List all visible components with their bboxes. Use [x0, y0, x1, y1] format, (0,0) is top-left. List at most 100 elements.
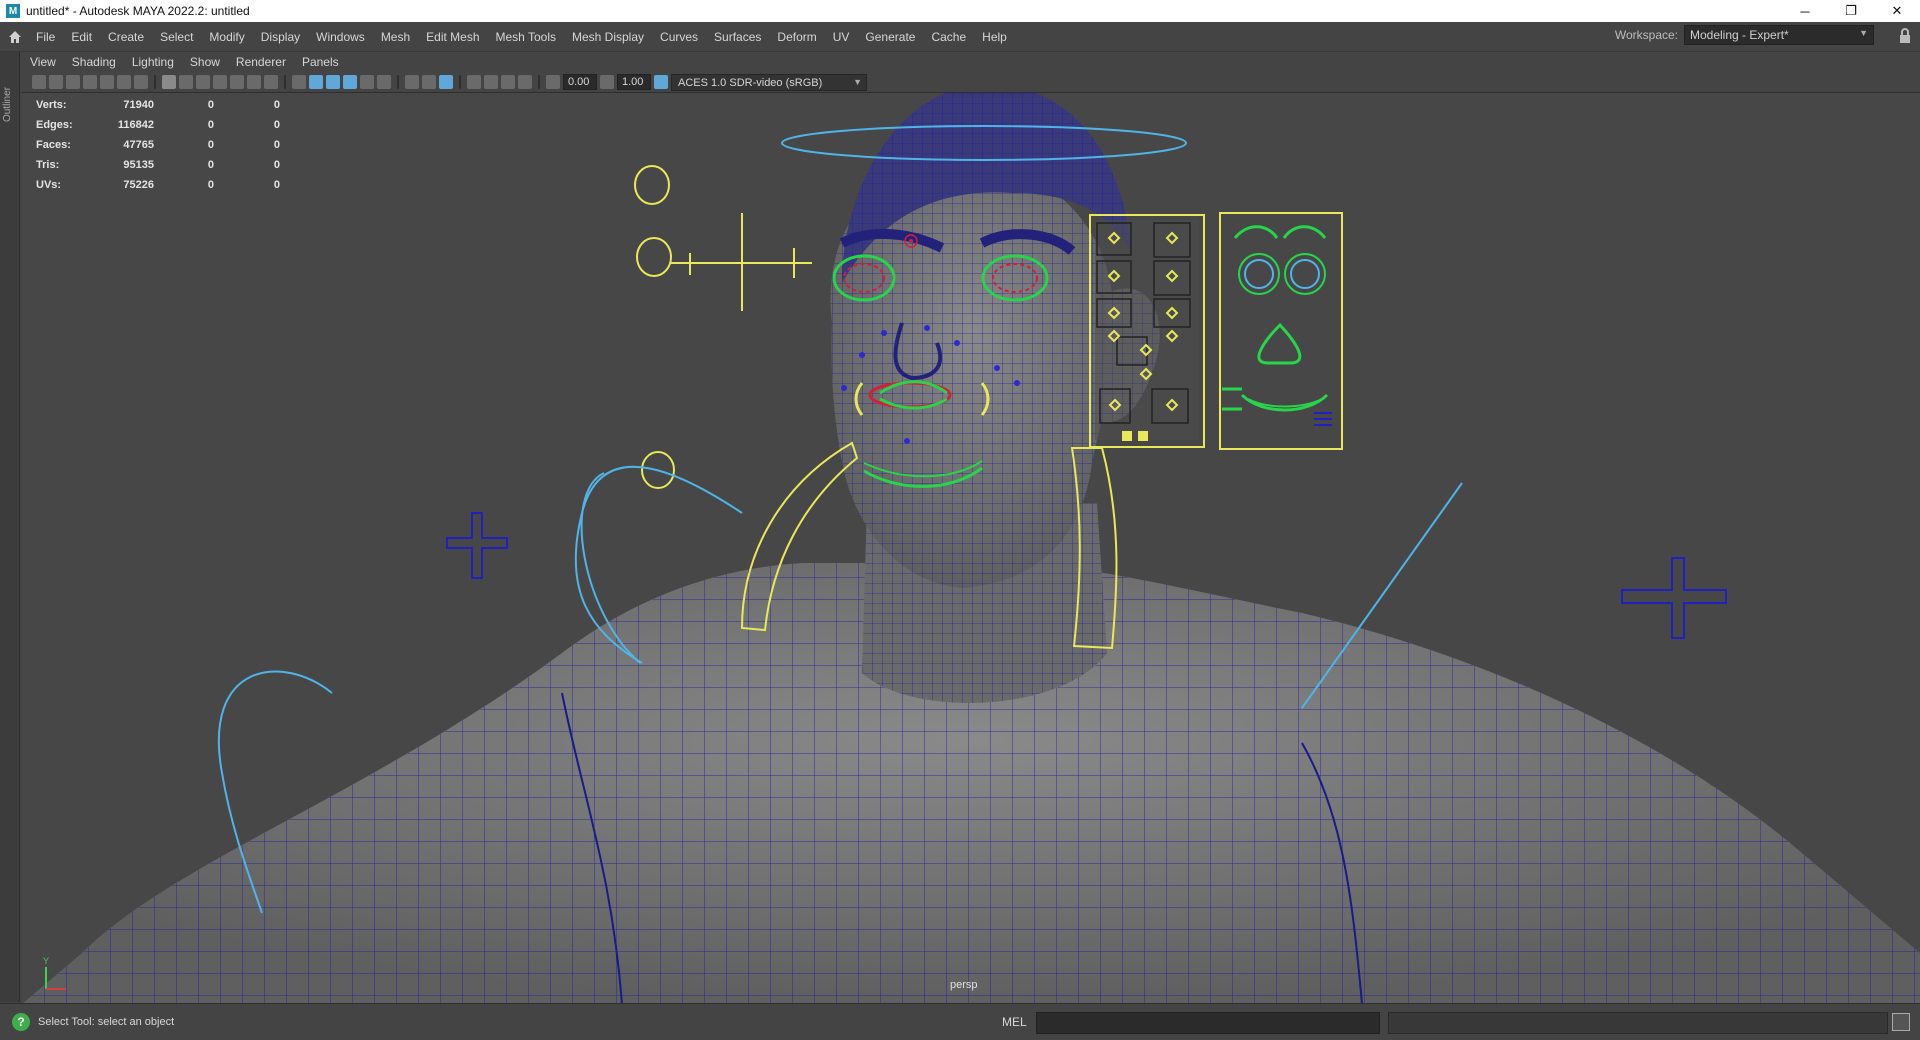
- anti-aliasing-icon[interactable]: [439, 75, 453, 89]
- workspace-dropdown[interactable]: Modeling - Expert*: [1684, 25, 1874, 45]
- menu-mesh-display[interactable]: Mesh Display: [564, 30, 652, 44]
- right-arm-cross-control[interactable]: [1621, 557, 1727, 639]
- hud-value: 0: [273, 139, 280, 151]
- hud-value: 0: [207, 179, 214, 191]
- hud-value: 0: [207, 99, 214, 111]
- menu-generate[interactable]: Generate: [857, 30, 923, 44]
- panel-menu-view[interactable]: View: [22, 55, 64, 69]
- textured-icon[interactable]: [343, 75, 357, 89]
- hud-row-edges: Edges: 116842 0 0: [36, 115, 280, 135]
- smooth-shade-icon[interactable]: [309, 75, 323, 89]
- outliner-side-tab[interactable]: Outliner: [0, 52, 20, 1002]
- two-d-pan-zoom-icon[interactable]: [117, 75, 131, 89]
- perspective-viewport[interactable]: Verts: 71940 0 0 Edges: 116842 0 0 Faces…: [22, 92, 1920, 1003]
- menu-edit[interactable]: Edit: [63, 30, 100, 44]
- screen-space-ao-icon[interactable]: [405, 75, 419, 89]
- panel-menu-show[interactable]: Show: [182, 55, 228, 69]
- hud-row-verts: Verts: 71940 0 0: [36, 95, 280, 115]
- title-bar: M untitled* - Autodesk MAYA 2022.2: unti…: [0, 0, 1920, 22]
- xray-joints-icon[interactable]: [518, 75, 532, 89]
- panel-menu-panels[interactable]: Panels: [294, 55, 347, 69]
- restore-button[interactable]: ❐: [1828, 0, 1874, 22]
- menu-mesh[interactable]: Mesh: [373, 30, 418, 44]
- facial-control-panel-b[interactable]: [1219, 212, 1343, 450]
- camera-attributes-icon[interactable]: [49, 75, 63, 89]
- panel-toolbar: 0.00 1.00 ACES 1.0 SDR-video (sRGB): [22, 72, 1920, 92]
- close-button[interactable]: ✕: [1874, 0, 1920, 22]
- gamma-field[interactable]: 1.00: [617, 74, 651, 90]
- menu-cache[interactable]: Cache: [923, 30, 974, 44]
- help-question-icon[interactable]: ?: [12, 1013, 30, 1031]
- film-gate-icon[interactable]: [179, 75, 193, 89]
- look-at-controls[interactable]: [634, 165, 812, 489]
- safe-title-icon[interactable]: [264, 75, 278, 89]
- scene-canvas[interactable]: [22, 93, 1920, 1003]
- hud-value: 47765: [123, 139, 154, 151]
- hud-value: 75226: [123, 179, 154, 191]
- menu-uv[interactable]: UV: [825, 30, 858, 44]
- menu-mesh-tools[interactable]: Mesh Tools: [488, 30, 564, 44]
- script-language-toggle[interactable]: MEL: [1002, 1015, 1027, 1029]
- home-icon[interactable]: [2, 24, 28, 50]
- view-transform-dropdown[interactable]: ACES 1.0 SDR-video (sRGB): [671, 73, 867, 91]
- field-chart-icon[interactable]: [230, 75, 244, 89]
- hud-label: Edges:: [36, 119, 73, 131]
- minimize-button[interactable]: ─: [1782, 0, 1828, 22]
- shadows-icon[interactable]: [377, 75, 391, 89]
- grease-pencil-icon[interactable]: [134, 75, 148, 89]
- select-camera-icon[interactable]: [32, 75, 46, 89]
- motion-blur-icon[interactable]: [422, 75, 436, 89]
- image-plane-icon[interactable]: [100, 75, 114, 89]
- menu-modify[interactable]: Modify: [201, 30, 252, 44]
- exposure-field[interactable]: 0.00: [563, 74, 597, 90]
- hud-label: Tris:: [36, 159, 60, 171]
- toolbar-separator: [459, 75, 461, 89]
- gate-mask-icon[interactable]: [213, 75, 227, 89]
- left-arm-cross-control[interactable]: [446, 512, 508, 579]
- window-controls: ─ ❐ ✕: [1782, 0, 1920, 22]
- workspace-selector: Workspace: Modeling - Expert*: [1615, 25, 1874, 45]
- hud-value: 0: [207, 159, 214, 171]
- workspace-label: Workspace:: [1614, 28, 1678, 42]
- command-result-field: [1388, 1012, 1888, 1034]
- xray-active-components-icon[interactable]: [501, 75, 515, 89]
- wireframe-on-shaded-icon[interactable]: [326, 75, 340, 89]
- resolution-gate-icon[interactable]: [196, 75, 210, 89]
- use-all-lights-icon[interactable]: [360, 75, 374, 89]
- exposure-icon[interactable]: [546, 75, 560, 89]
- menu-select[interactable]: Select: [152, 30, 201, 44]
- panel-menu-shading[interactable]: Shading: [64, 55, 124, 69]
- menu-deform[interactable]: Deform: [769, 30, 824, 44]
- lock-icon[interactable]: [1898, 28, 1912, 44]
- isolate-select-icon[interactable]: [467, 75, 481, 89]
- hud-value: 0: [207, 119, 214, 131]
- script-editor-icon[interactable]: [1892, 1013, 1910, 1031]
- mel-command-input[interactable]: [1036, 1012, 1380, 1034]
- menu-edit-mesh[interactable]: Edit Mesh: [418, 30, 487, 44]
- grid-icon[interactable]: [162, 75, 176, 89]
- color-management-icon[interactable]: [654, 75, 668, 89]
- bookmark-icon[interactable]: [83, 75, 97, 89]
- command-line-bar: ? Select Tool: select an object MEL: [0, 1003, 1920, 1040]
- menu-surfaces[interactable]: Surfaces: [706, 30, 769, 44]
- menu-curves[interactable]: Curves: [652, 30, 706, 44]
- window-title: untitled* - Autodesk MAYA 2022.2: untitl…: [26, 4, 250, 18]
- hud-value: 0: [273, 119, 280, 131]
- camera-name-label: persp: [950, 979, 978, 991]
- menu-create[interactable]: Create: [100, 30, 152, 44]
- gamma-icon[interactable]: [600, 75, 614, 89]
- menu-windows[interactable]: Windows: [308, 30, 373, 44]
- menu-display[interactable]: Display: [253, 30, 308, 44]
- hud-value: 116842: [117, 119, 154, 131]
- xray-icon[interactable]: [484, 75, 498, 89]
- panel-menu-renderer[interactable]: Renderer: [228, 55, 294, 69]
- main-menu-bar: File Edit Create Select Modify Display W…: [0, 22, 1920, 52]
- outliner-tab-label[interactable]: Outliner: [2, 62, 13, 122]
- safe-action-icon[interactable]: [247, 75, 261, 89]
- menu-help[interactable]: Help: [974, 30, 1015, 44]
- menu-file[interactable]: File: [28, 30, 63, 44]
- facial-control-panel-a[interactable]: [1089, 214, 1205, 448]
- wireframe-icon[interactable]: [292, 75, 306, 89]
- panel-menu-lighting[interactable]: Lighting: [124, 55, 182, 69]
- bookmarks-icon[interactable]: [66, 75, 80, 89]
